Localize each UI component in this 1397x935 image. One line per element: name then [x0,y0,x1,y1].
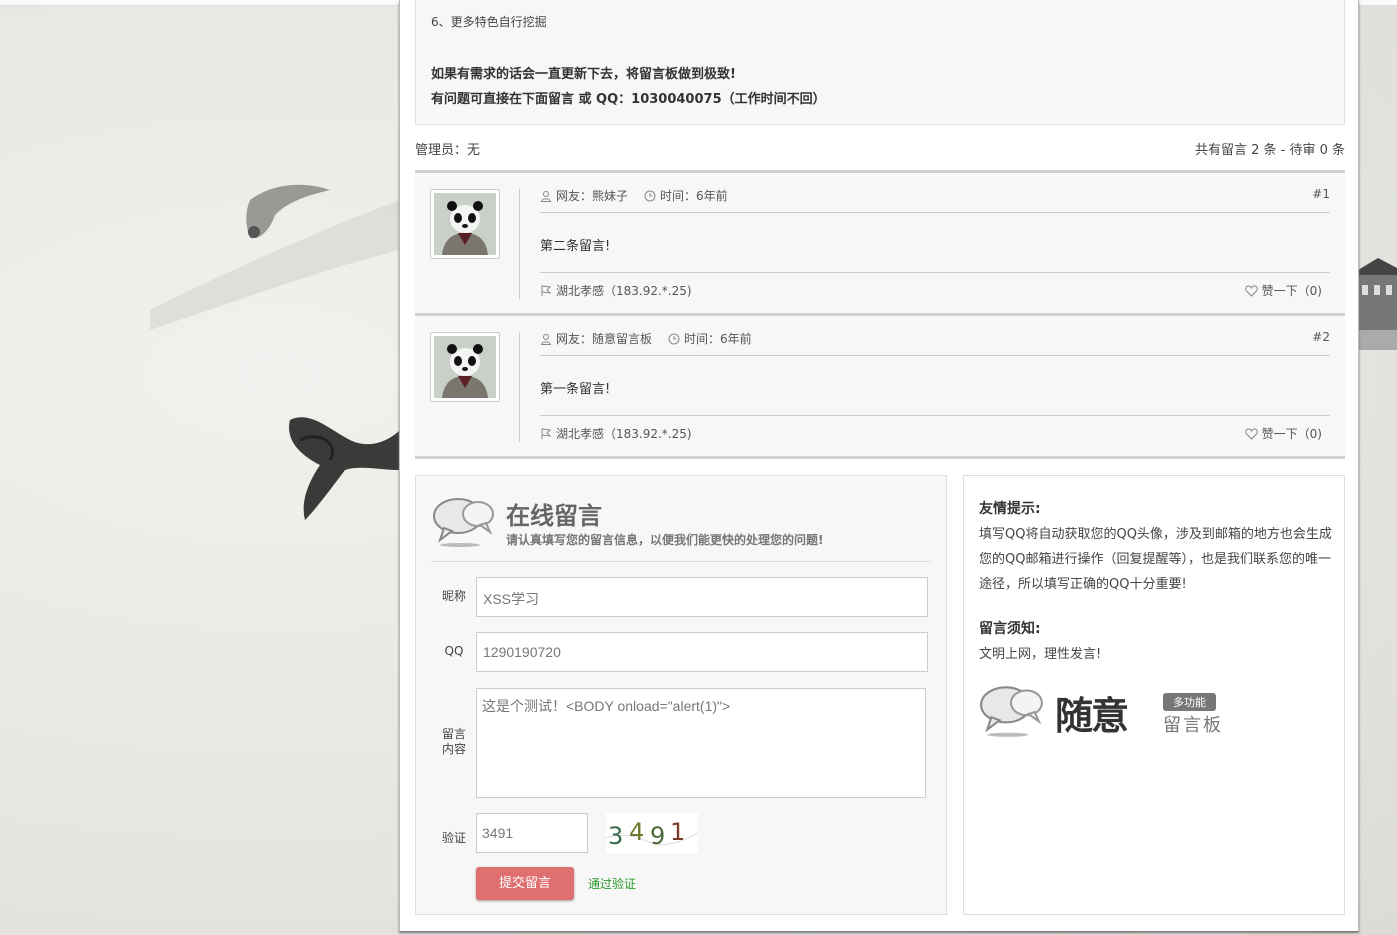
author-name: 网友：随意留言板 [556,332,653,346]
intro-feature-line: 6、更多特色自行挖掘 [431,15,547,29]
message-location: 湖北孝感（183.92.*.25) [540,425,692,442]
message-footer: 湖北孝感（183.92.*.25) 赞一下（0) [540,272,1330,300]
location-text: 湖北孝感（183.92.*.25) [556,427,692,441]
verify-label: 验证 [441,831,466,845]
like-button[interactable]: 赞一下（0) [1244,425,1322,442]
tips-panel: 友情提示: 填写QQ将自动获取您的QQ头像，涉及到邮箱的地方也会生成您的QQ邮箱… [963,475,1345,915]
divider [415,456,1345,459]
verify-code-input[interactable]: 3491 [476,813,588,853]
message-content: 第一条留言! [540,382,611,397]
logo-sub-text: 留言板 [1163,715,1223,736]
intro-update-line: 如果有需求的话会一直更新下去，将留言板做到极致! [431,67,736,82]
message-location: 湖北孝感（183.92.*.25) [540,282,692,299]
ink-goldfish-background [150,184,400,520]
message-author: 网友：随意留言板 [540,330,652,347]
flag-icon [541,428,552,439]
message-item: 网友：随意留言板 时间：6年前 #2 第一条留言! 湖北孝感（183.92.*.… [415,313,1345,456]
tip-text: 填写QQ将自动获取您的QQ头像，涉及到邮箱的地方也会生成您的QQ邮箱进行操作（回… [979,527,1332,592]
submit-button[interactable]: 提交留言 [476,867,574,900]
flag-icon [541,285,552,296]
message-header: 网友：熊妹子 时间：6年前 #1 [540,187,1330,213]
panda-avatar-icon [434,193,496,255]
qq-label: QQ [444,644,464,658]
nickname-input[interactable]: XSS学习 [476,577,928,617]
form-title: 在线留言 [506,502,602,530]
message-item: 网友：熊妹子 时间：6年前 #1 第二条留言! 湖北孝感（183.92.*.25… [415,170,1345,313]
user-icon [540,334,552,345]
divider [431,561,931,562]
message-number: #1 [1312,187,1330,201]
captcha-digit: 1 [670,818,685,846]
divider [519,332,520,442]
clock-icon [644,190,656,202]
speech-bubbles-icon [980,686,1043,737]
avatar [430,189,500,259]
message-number: #2 [1312,330,1330,344]
like-text: 赞一下（0) [1261,427,1322,441]
location-text: 湖北孝感（183.92.*.25) [556,284,692,298]
verify-status: 通过验证 [588,877,637,891]
speech-bubbles-icon [433,498,494,547]
guestbook-page: 6、更多特色自行挖掘 如果有需求的话会一直更新下去，将留言板做到极致! 有问题可… [399,0,1359,931]
notice-text: 文明上网，理性发言! [979,647,1102,662]
admin-label: 管理员：无 [415,143,481,158]
content-label-line1: 留言 [441,727,466,741]
avatar [430,332,500,402]
nickname-label: 昵称 [441,589,466,603]
intro-contact-line: 有问题可直接在下面留言 或 QQ：1030040075（工作时间不回） [431,92,826,107]
message-content: 第二条留言! [540,239,611,254]
notice-title: 留言须知: [979,621,1041,637]
captcha-digit: 3 [608,822,623,850]
guestbook-logo: 随意 多功能 留言板 [979,681,1239,741]
captcha-image[interactable]: 3 4 9 1 [606,813,698,853]
like-text: 赞一下（0) [1261,284,1322,298]
message-count: 共有留言 2 条 - 待审 0 条 [1194,143,1345,158]
heart-icon [1244,428,1258,440]
panda-avatar-icon [434,336,496,398]
form-subtitle: 请认真填写您的留言信息，以便我们能更快的处理您的问题! [506,533,824,547]
content-label-line2: 内容 [441,742,466,756]
captcha-digit: 4 [629,818,644,846]
message-header: 网友：随意留言板 时间：6年前 #2 [540,330,1330,356]
user-icon [540,191,552,202]
intro-panel: 6、更多特色自行挖掘 如果有需求的话会一直更新下去，将留言板做到极致! 有问题可… [415,0,1345,125]
time-text: 时间：6年前 [660,189,728,203]
qq-input[interactable]: 1290190720 [476,632,928,672]
meta-bar: 管理员：无 共有留言 2 条 - 待审 0 条 [415,139,1345,158]
clock-icon [668,333,680,345]
captcha-digit: 9 [650,822,665,850]
like-button[interactable]: 赞一下（0) [1244,282,1322,299]
logo-main-text: 随意 [1055,693,1129,738]
heart-icon [1244,285,1258,297]
message-footer: 湖北孝感（183.92.*.25) 赞一下（0) [540,415,1330,443]
tip-title: 友情提示: [979,501,1041,517]
message-author: 网友：熊妹子 [540,187,628,204]
content-label: 留言 内容 [434,727,474,757]
time-text: 时间：6年前 [684,332,752,346]
content-textarea[interactable]: 这是个测试！<BODY onload="alert(1)"> [476,688,926,798]
logo-badge: 多功能 [1163,693,1216,711]
message-time: 时间：6年前 [668,330,752,347]
message-time: 时间：6年前 [644,187,728,204]
message-form: 在线留言 请认真填写您的留言信息，以便我们能更快的处理您的问题! 昵称 XSS学… [415,475,947,915]
author-name: 网友：熊妹子 [556,189,629,203]
ink-building-background [1358,258,1397,350]
divider [519,189,520,299]
